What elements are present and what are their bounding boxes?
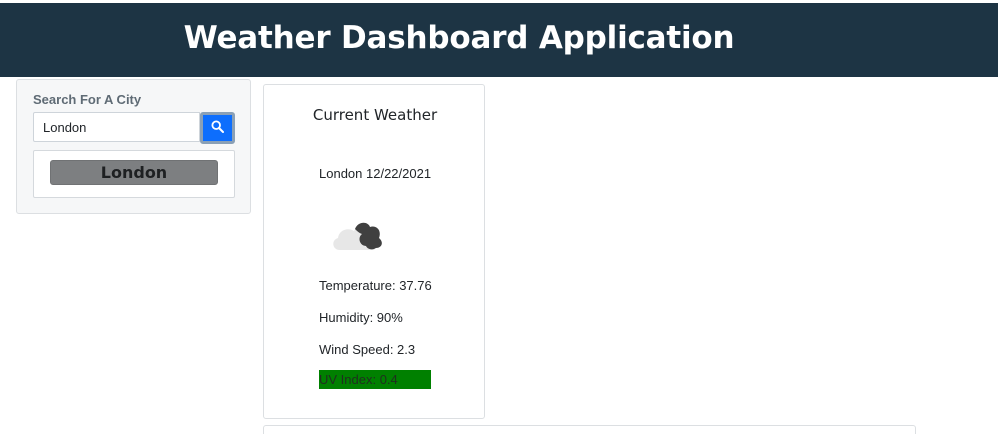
humidity-value: Humidity: 90%	[319, 310, 403, 325]
uv-index-badge: UV Index: 0.4	[319, 370, 431, 389]
city-date: London 12/22/2021	[319, 166, 432, 181]
forecast-panel	[263, 425, 916, 434]
city-search-input[interactable]	[33, 112, 200, 142]
search-button[interactable]	[200, 112, 235, 144]
cloudy-icon	[328, 211, 390, 259]
current-weather-title: Current Weather	[312, 106, 438, 124]
current-weather-card: Current Weather London 12/22/2021 Temper…	[263, 84, 485, 419]
history-city-button[interactable]: London	[50, 160, 218, 185]
city-search-panel: Search For A City London	[16, 79, 251, 214]
search-label: Search For A City	[33, 92, 142, 107]
search-icon	[211, 120, 224, 136]
page-title: Weather Dashboard Application	[183, 20, 735, 56]
weather-dashboard-page: Weather Dashboard Application Search For…	[0, 0, 998, 434]
wind-speed-value: Wind Speed: 2.3	[319, 342, 416, 357]
app-header: Weather Dashboard Application	[0, 3, 998, 77]
temperature-value: Temperature: 37.76	[319, 278, 432, 293]
search-history-list: London	[33, 150, 235, 198]
